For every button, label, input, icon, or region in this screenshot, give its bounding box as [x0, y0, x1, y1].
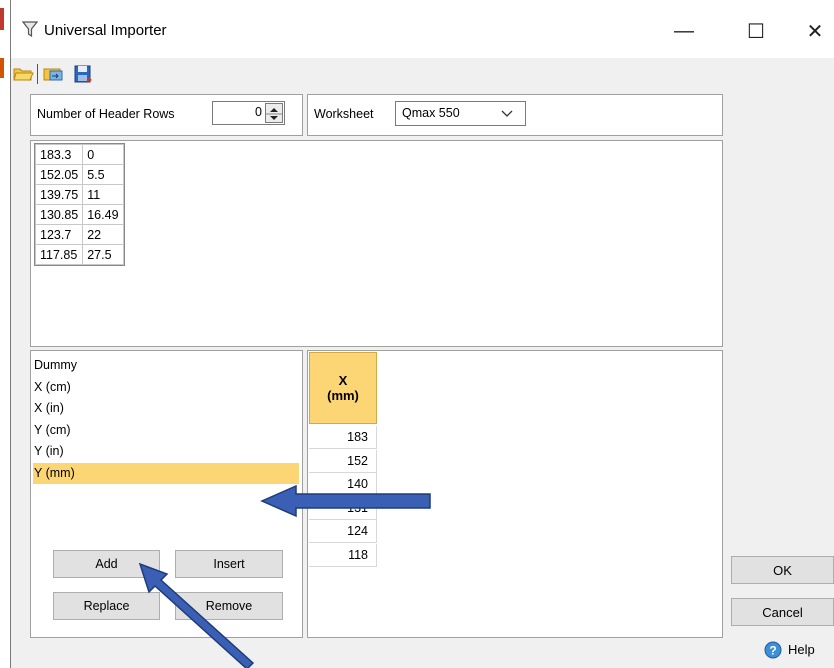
annotation-arrows: [138, 484, 431, 668]
arrow-to-selected-item: [260, 484, 431, 518]
arrow-to-add-button: [138, 562, 255, 668]
